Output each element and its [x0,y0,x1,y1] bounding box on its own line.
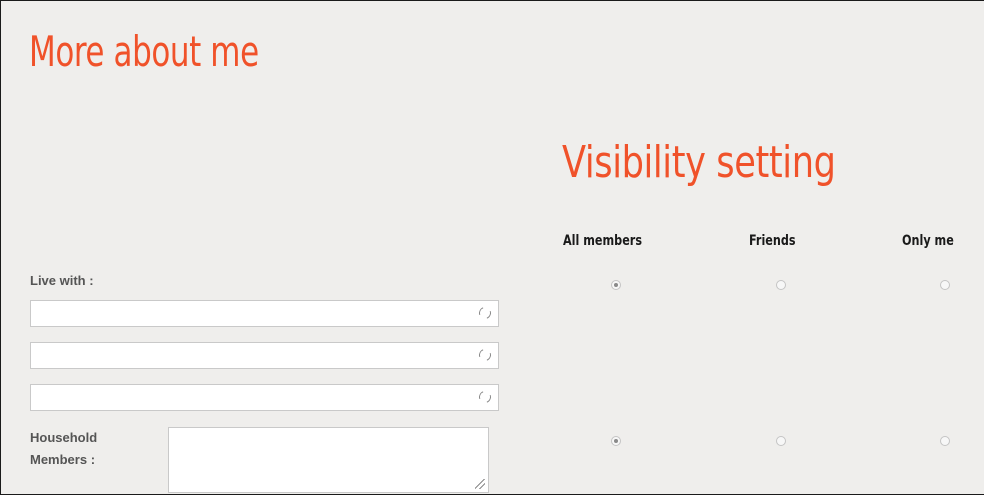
live-with-input-3[interactable] [30,384,499,411]
live-with-visibility-friends-radio[interactable] [776,280,786,290]
refresh-icon[interactable] [477,347,493,363]
household-members-label-line1: Household [30,430,98,445]
household-members-textarea[interactable] [168,427,489,493]
live-with-input-1[interactable] [30,300,499,327]
section-title-more-about-me: More about me [29,27,259,76]
live-with-visibility-all-members-radio[interactable] [611,280,621,290]
profile-form-panel: More about me Visibility setting All mem… [0,0,984,495]
section-title-visibility-setting: Visibility setting [562,137,836,188]
refresh-icon[interactable] [477,389,493,405]
household-members-label: Household Members : [30,427,97,471]
resize-handle-icon[interactable] [475,479,485,489]
household-visibility-only-me-radio[interactable] [940,436,950,446]
column-header-friends: Friends [749,233,796,249]
household-visibility-all-members-radio[interactable] [611,436,621,446]
column-header-only-me: Only me [902,233,954,249]
column-header-all-members: All members [563,233,642,249]
household-visibility-friends-radio[interactable] [776,436,786,446]
refresh-icon[interactable] [477,305,493,321]
live-with-visibility-only-me-radio[interactable] [940,280,950,290]
live-with-input-2[interactable] [30,342,499,369]
live-with-label: Live with : [30,273,94,288]
household-members-label-line2: Members : [30,452,96,467]
